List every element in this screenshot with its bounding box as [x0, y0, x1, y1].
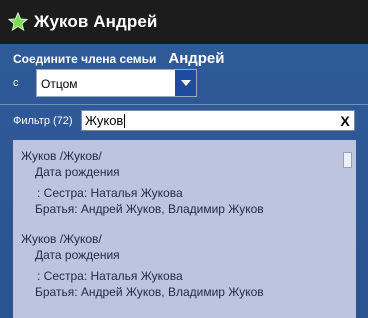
title-bar: Жуков Андрей [0, 0, 368, 44]
result-birth: Дата рождения [35, 248, 120, 262]
filter-label: Фильтр (72) [13, 115, 73, 127]
connect-label: Соедините члена семьи [13, 52, 157, 66]
filter-input-value: Жуков [85, 112, 124, 128]
divider [0, 104, 368, 105]
connect-row: Соедините члена семьи Андрей [13, 50, 225, 67]
relation-dropdown[interactable]: Отцом [36, 69, 197, 97]
result-sister: : Сестра: Наталья Жукова [37, 186, 183, 200]
relation-label: с [13, 77, 19, 89]
scroll-thumb[interactable] [343, 152, 352, 168]
result-name: Жуков /Жуков/ [21, 232, 102, 246]
chevron-down-icon [180, 80, 191, 86]
filter-input[interactable]: Жуков X [81, 110, 355, 131]
person-name: Андрей [168, 50, 225, 67]
result-birth: Дата рождения [35, 165, 120, 179]
window-title: Жуков Андрей [34, 12, 158, 31]
result-sister: : Сестра: Наталья Жукова [37, 269, 183, 283]
clear-filter-button[interactable]: X [336, 113, 354, 129]
result-name: Жуков /Жуков/ [21, 149, 102, 163]
star-icon [7, 11, 29, 32]
dropdown-button[interactable] [175, 70, 196, 96]
results-list[interactable]: Жуков /Жуков/ Дата рождения : Сестра: На… [13, 140, 356, 318]
text-caret [124, 114, 126, 129]
relation-selected-value: Отцом [41, 77, 78, 91]
scrollbar[interactable] [343, 152, 352, 312]
filter-text-wrap: Жуков [82, 113, 336, 129]
list-item[interactable]: Жуков /Жуков/ Дата рождения : Сестра: На… [21, 231, 264, 300]
list-item[interactable]: Жуков /Жуков/ Дата рождения : Сестра: На… [21, 148, 264, 217]
result-brothers: Братья: Андрей Жуков, Владимир Жуков [35, 202, 264, 216]
result-brothers: Братья: Андрей Жуков, Владимир Жуков [35, 285, 264, 299]
main-panel: Соедините члена семьи Андрей с Отцом Фил… [0, 44, 368, 318]
